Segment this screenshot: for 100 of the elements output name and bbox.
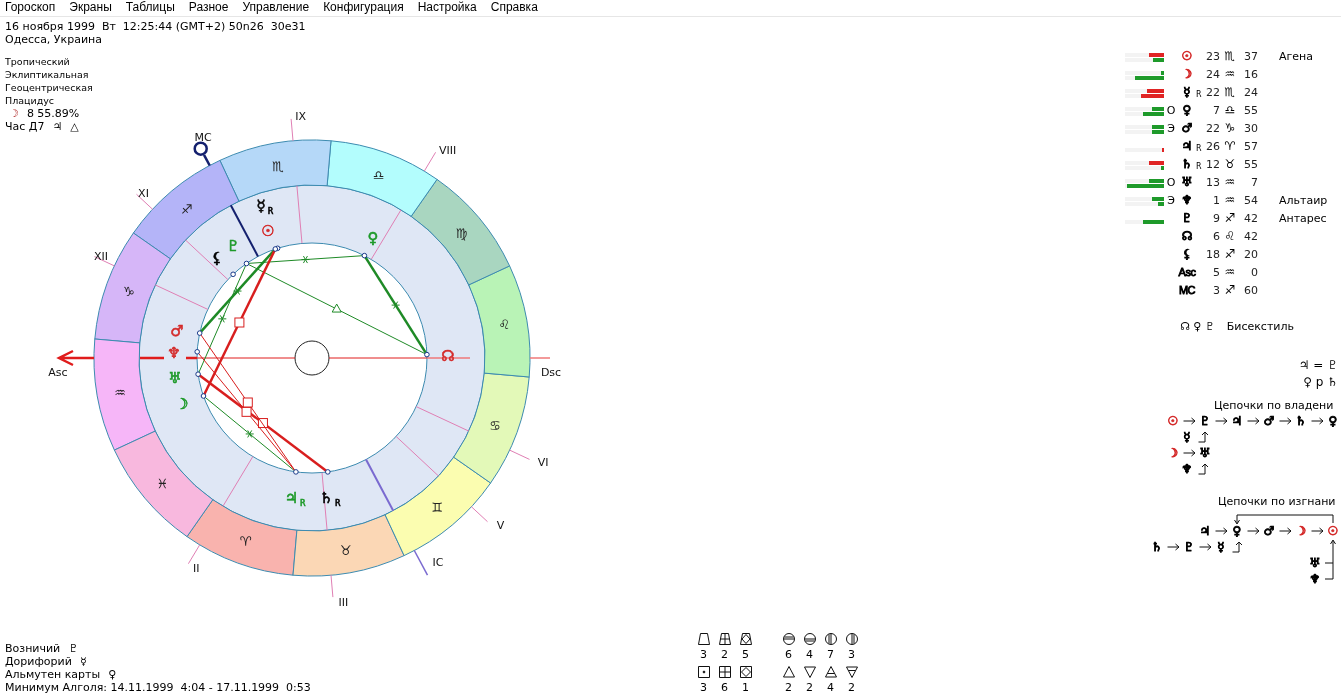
planet-point — [195, 371, 201, 377]
minute-value: 20 — [1243, 247, 1258, 261]
planet-glyph: ⚸ — [1181, 247, 1193, 261]
count-value: 2 — [848, 680, 855, 696]
sign-glyph: ♐ — [1223, 211, 1237, 225]
menu-item[interactable]: Справка — [490, 0, 538, 16]
minute-value: 7 — [1250, 175, 1258, 189]
zodiac-sign: ♎ — [372, 167, 385, 183]
count-value: 3 — [700, 680, 707, 696]
aspect-formula: ♃ = ♇ — [1297, 357, 1338, 374]
menu-item[interactable]: Гороскоп — [5, 0, 56, 16]
angle-label: Dsc — [540, 366, 562, 379]
planet-glyph: ♅ — [168, 369, 182, 387]
cusp-line — [154, 284, 209, 310]
planet-point — [200, 393, 207, 399]
cusp-line — [296, 185, 303, 244]
degree-value: 26 — [1205, 139, 1220, 153]
menu-item[interactable]: Настройка — [417, 0, 477, 16]
planet-glyph: ♇ — [1180, 211, 1194, 225]
planet-glyph: ♃ — [1198, 523, 1212, 539]
menu-item[interactable]: Разное — [188, 0, 229, 16]
house-number: XI — [138, 186, 149, 200]
planet-glyph: ☿ — [1182, 429, 1192, 445]
cusp-line — [185, 239, 229, 281]
count-value: 4 — [827, 680, 834, 696]
house-number: V — [496, 519, 505, 533]
planet-glyph: ☿ — [79, 655, 87, 668]
menu-item[interactable]: Управление — [242, 0, 310, 16]
planet-glyph: ♆ — [1180, 193, 1194, 207]
planet-glyph: ♃ — [52, 120, 63, 133]
zodiac-sign: ♒ — [114, 384, 126, 400]
chart-info: 16 ноября 1999 Вт 12:25:44 (GMT+2) 50n26 30e31 — [5, 20, 307, 33]
square-icon — [696, 665, 711, 679]
arrow-icon — [1198, 543, 1212, 551]
planet-point — [230, 271, 236, 278]
minute-value: 60 — [1243, 283, 1258, 297]
aspect-glyph: △ — [70, 120, 79, 133]
sign-glyph: ♒ — [1223, 67, 1237, 81]
setting-label: Геоцентрическая — [5, 81, 94, 94]
zodiac-sign: ♉ — [340, 543, 352, 558]
dignity-mark: Э — [1166, 193, 1176, 207]
ruler-label: Альмутен карты — [5, 668, 101, 681]
cusp-tick — [187, 544, 201, 565]
cusp-line — [370, 209, 402, 260]
sign-glyph: ♑ — [1223, 121, 1237, 135]
house-number: III — [338, 596, 349, 610]
bent-arrow-icon — [1231, 541, 1243, 553]
asc-line — [138, 356, 199, 360]
sign-glyph: ♒ — [1223, 175, 1237, 189]
planet-glyph: MC — [1178, 283, 1196, 297]
planet-glyph: ☽ — [1166, 445, 1180, 461]
planet-glyph: ☽ — [1294, 523, 1308, 539]
degree-value: 22 — [1205, 121, 1220, 135]
asc-arrow — [56, 349, 96, 367]
cusp-tick — [330, 574, 334, 598]
planet-glyph: ☊ — [441, 347, 455, 365]
planet-glyph: ♀ — [1327, 413, 1339, 429]
count-value: 1 — [742, 680, 749, 696]
planet-glyph: ♅ — [1180, 175, 1194, 189]
planet-glyph: ♀ — [1181, 103, 1193, 117]
menu-item[interactable]: Таблицы — [125, 0, 175, 16]
arrow-icon — [1166, 543, 1180, 551]
triangle-icon — [802, 665, 817, 679]
setting-label: Тропический — [5, 55, 71, 68]
ruler-label: Возничий — [5, 642, 61, 655]
minute-value: 42 — [1243, 229, 1258, 243]
planet-glyph: ♃$_{R}$ — [284, 489, 306, 508]
planet-glyph: ♃ — [1180, 139, 1194, 153]
sign-glyph: ♌ — [1223, 229, 1237, 243]
menu-item[interactable]: Конфигурация — [323, 0, 404, 16]
planet-glyph: Asc — [1178, 265, 1196, 279]
degree-value: 6 — [1212, 229, 1220, 243]
count-value: 6 — [785, 647, 792, 663]
trapezoid-icon — [717, 632, 732, 646]
zodiac-sign: ♊ — [431, 500, 444, 516]
menu-item[interactable]: Экраны — [69, 0, 112, 16]
planet-point — [194, 349, 200, 355]
sign-glyph: ♒ — [1223, 193, 1237, 207]
chain-heading: Цепочки по владени — [1214, 399, 1335, 413]
count-value: 4 — [806, 647, 813, 663]
arrow-icon — [1310, 417, 1324, 425]
degree-value: 5 — [1212, 265, 1220, 279]
cusp-tick — [290, 118, 294, 142]
planet-point — [196, 330, 203, 336]
planet-glyph: ☉ — [1326, 523, 1340, 539]
planet-glyph: ☿ — [1182, 85, 1192, 99]
circle-icon — [781, 632, 796, 646]
ruler-label: Дорифорий — [5, 655, 72, 668]
degree-value: 12 — [1205, 157, 1220, 171]
planet-glyph: ☽ — [175, 395, 189, 413]
degree-value: 18 — [1205, 247, 1220, 261]
chain-heading: Цепочки по изгнани — [1218, 495, 1337, 509]
planet-glyph: ☽ — [1180, 67, 1194, 81]
cusp-line — [395, 435, 439, 477]
triangle-icon — [844, 665, 859, 679]
sign-glyph: ♏ — [1223, 85, 1237, 99]
minute-value: 55 — [1243, 103, 1258, 117]
cusp-tick — [423, 151, 437, 172]
degree-value: 23 — [1205, 49, 1220, 63]
dignity-mark: Э — [1166, 121, 1176, 135]
